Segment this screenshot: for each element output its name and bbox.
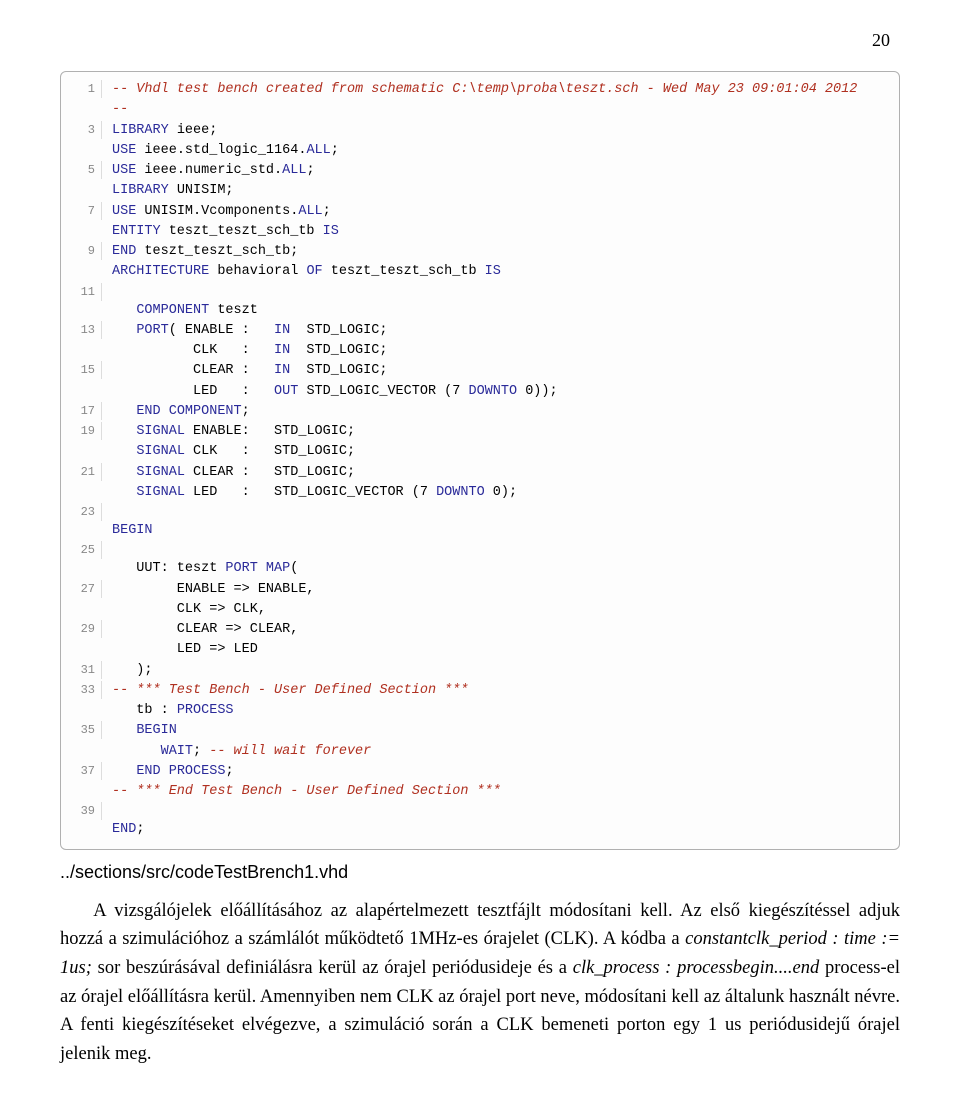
line-content: tb : PROCESS [102,701,234,721]
code-line: 19 SIGNAL ENABLE: STD_LOGIC; [61,422,899,442]
line-number: 1 [61,80,102,98]
line-content: LIBRARY UNISIM; [102,181,234,201]
line-content: LED => LED [102,640,258,660]
line-content: BEGIN [102,721,177,741]
line-content: COMPONENT teszt [102,301,258,321]
code-line: 25 [61,541,899,559]
code-line: LED : OUT STD_LOGIC_VECTOR (7 DOWNTO 0))… [61,382,899,402]
line-content: SIGNAL CLEAR : STD_LOGIC; [102,463,355,483]
line-content: -- Vhdl test bench created from schemati… [102,80,857,100]
line-content: USE ieee.numeric_std.ALL; [102,161,315,181]
code-line: BEGIN [61,521,899,541]
line-number: 39 [61,802,102,820]
line-number: 19 [61,422,102,440]
code-line: tb : PROCESS [61,701,899,721]
line-number: 11 [61,283,102,301]
code-line: USE ieee.std_logic_1164.ALL; [61,141,899,161]
line-number: 27 [61,580,102,598]
line-content: LED : OUT STD_LOGIC_VECTOR (7 DOWNTO 0))… [102,382,558,402]
line-number: 5 [61,161,102,179]
code-line: ENTITY teszt_teszt_sch_tb IS [61,222,899,242]
code-line: 9END teszt_teszt_sch_tb; [61,242,899,262]
code-line: 13 PORT( ENABLE : IN STD_LOGIC; [61,321,899,341]
line-number: 35 [61,721,102,739]
code-line: SIGNAL CLK : STD_LOGIC; [61,442,899,462]
code-block: 1-- Vhdl test bench created from schemat… [60,71,900,850]
line-content: ENTITY teszt_teszt_sch_tb IS [102,222,339,242]
line-content: -- *** End Test Bench - User Defined Sec… [102,782,501,802]
file-path: ../sections/src/codeTestBrench1.vhd [60,862,900,883]
line-content: END teszt_teszt_sch_tb; [102,242,298,262]
line-number: 3 [61,121,102,139]
line-number: 29 [61,620,102,638]
code-line: 1-- Vhdl test bench created from schemat… [61,80,899,100]
code-line: 29 CLEAR => CLEAR, [61,620,899,640]
line-content: CLEAR => CLEAR, [102,620,298,640]
code-line: 11 [61,283,899,301]
line-number: 13 [61,321,102,339]
line-content: -- *** Test Bench - User Defined Section… [102,681,468,701]
code-line: 17 END COMPONENT; [61,402,899,422]
code-line: 7USE UNISIM.Vcomponents.ALL; [61,202,899,222]
line-content: END PROCESS; [102,762,234,782]
code-line: 31 ); [61,661,899,681]
code-line: UUT: teszt PORT MAP( [61,559,899,579]
line-content: USE ieee.std_logic_1164.ALL; [102,141,339,161]
line-number: 9 [61,242,102,260]
code-line: ARCHITECTURE behavioral OF teszt_teszt_s… [61,262,899,282]
code-line: WAIT; -- will wait forever [61,742,899,762]
code-line: 33-- *** Test Bench - User Defined Secti… [61,681,899,701]
code-line: 35 BEGIN [61,721,899,741]
line-content: ); [102,661,153,681]
code-line: SIGNAL LED : STD_LOGIC_VECTOR (7 DOWNTO … [61,483,899,503]
line-number: 23 [61,503,102,521]
line-content: ARCHITECTURE behavioral OF teszt_teszt_s… [102,262,501,282]
line-number: 15 [61,361,102,379]
code-line: LIBRARY UNISIM; [61,181,899,201]
code-line: -- *** End Test Bench - User Defined Sec… [61,782,899,802]
line-content: SIGNAL ENABLE: STD_LOGIC; [102,422,355,442]
code-line: 39 [61,802,899,820]
code-line: COMPONENT teszt [61,301,899,321]
code-line: 3LIBRARY ieee; [61,121,899,141]
line-number: 25 [61,541,102,559]
code-line: 21 SIGNAL CLEAR : STD_LOGIC; [61,463,899,483]
line-content: END COMPONENT; [102,402,250,422]
page: 20 1-- Vhdl test bench created from sche… [0,0,960,1099]
line-content: END; [102,820,144,840]
line-number: 7 [61,202,102,220]
body-paragraph: A vizsgálójelek előállításához az alapér… [60,897,900,1069]
line-content: CLK => CLK, [102,600,266,620]
line-number: 33 [61,681,102,699]
line-content: LIBRARY ieee; [102,121,217,141]
line-content: USE UNISIM.Vcomponents.ALL; [102,202,331,222]
code-line: 23 [61,503,899,521]
line-number: 31 [61,661,102,679]
code-line: 5USE ieee.numeric_std.ALL; [61,161,899,181]
line-content: CLEAR : IN STD_LOGIC; [102,361,387,381]
line-content: BEGIN [102,521,153,541]
line-number: 37 [61,762,102,780]
code-line: LED => LED [61,640,899,660]
code-line: 37 END PROCESS; [61,762,899,782]
line-content: WAIT; -- will wait forever [102,742,371,762]
line-content: PORT( ENABLE : IN STD_LOGIC; [102,321,387,341]
line-content: ENABLE => ENABLE, [102,580,315,600]
line-content: -- [102,100,128,120]
page-number: 20 [60,30,900,51]
code-line: CLK : IN STD_LOGIC; [61,341,899,361]
line-content: SIGNAL LED : STD_LOGIC_VECTOR (7 DOWNTO … [102,483,517,503]
code-line: 15 CLEAR : IN STD_LOGIC; [61,361,899,381]
code-line: -- [61,100,899,120]
code-line: 27 ENABLE => ENABLE, [61,580,899,600]
code-line: END; [61,820,899,840]
line-content: SIGNAL CLK : STD_LOGIC; [102,442,355,462]
line-number: 21 [61,463,102,481]
line-content: CLK : IN STD_LOGIC; [102,341,387,361]
code-line: CLK => CLK, [61,600,899,620]
line-number: 17 [61,402,102,420]
line-content: UUT: teszt PORT MAP( [102,559,298,579]
